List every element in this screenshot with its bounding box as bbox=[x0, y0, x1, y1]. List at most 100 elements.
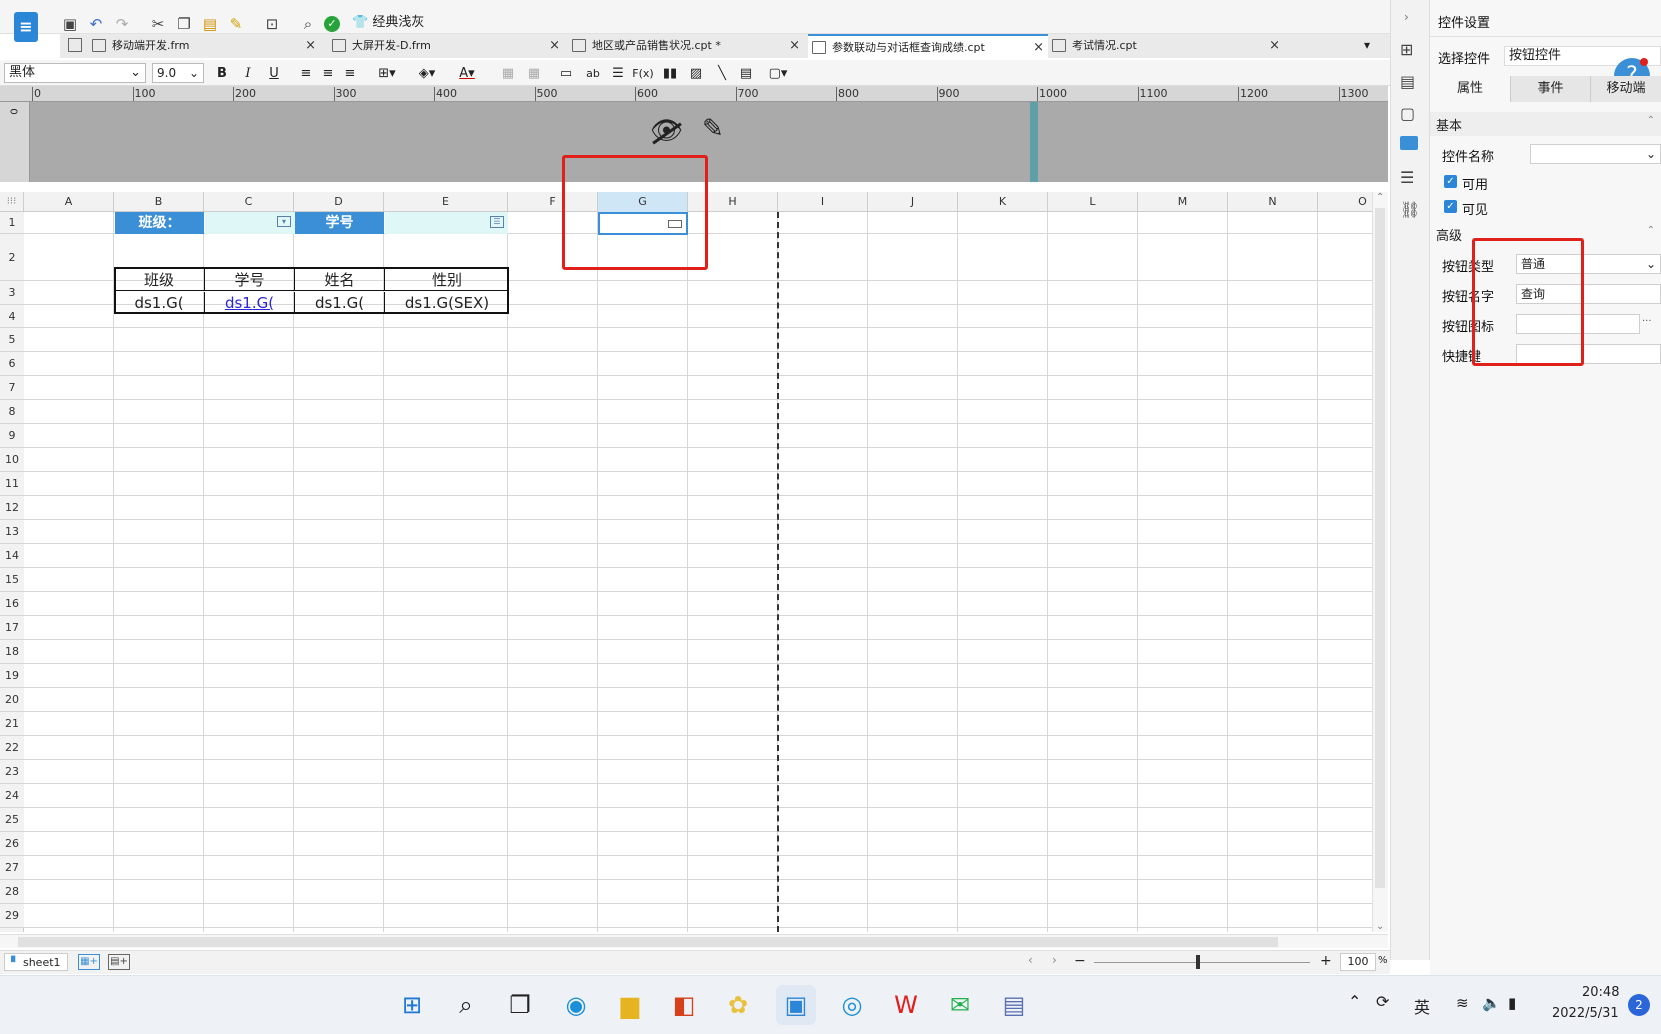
frame-icon[interactable]: ▢▾ bbox=[764, 64, 792, 84]
visible-checkbox[interactable]: ✓ bbox=[1444, 200, 1457, 213]
condition-icon[interactable]: ☰ bbox=[1400, 168, 1414, 187]
theme-button[interactable]: 👕 经典浅灰 bbox=[352, 12, 424, 34]
prev-page-icon[interactable]: ‹ bbox=[1028, 953, 1033, 967]
column-header[interactable]: E bbox=[384, 192, 508, 212]
sheet-tab[interactable]: ▘ sheet1 bbox=[4, 953, 68, 971]
tab-close-icon[interactable]: × bbox=[789, 34, 800, 58]
column-header[interactable]: J bbox=[868, 192, 958, 212]
tab-events[interactable]: 事件 bbox=[1510, 76, 1590, 102]
column-header[interactable]: M bbox=[1138, 192, 1228, 212]
tab-exam[interactable]: 考试情况.cpt × bbox=[1048, 34, 1284, 58]
vertical-scrollbar[interactable]: ⌃ ⌄ bbox=[1372, 192, 1388, 932]
edit-pencil-icon[interactable]: ✎ bbox=[702, 114, 724, 144]
search-preview-icon[interactable]: ⌕ bbox=[298, 14, 318, 34]
sheet-area[interactable]: ⁝⁝⁝ ABCDEFGHIJKLMNO 1 2 3 4 5 6 7 8 9 10 11 12 13 14 1… bbox=[0, 192, 1372, 932]
button-icon-browse[interactable]: ··· bbox=[1642, 316, 1652, 327]
widget-name-input[interactable]: ⌄ bbox=[1530, 144, 1661, 164]
column-header[interactable]: L bbox=[1048, 192, 1138, 212]
zoom-out-button[interactable]: − bbox=[1074, 953, 1086, 969]
widget-settings-icon[interactable] bbox=[1400, 136, 1418, 150]
h-scroll-thumb[interactable] bbox=[18, 937, 1278, 947]
app-bird-icon[interactable]: ✿ bbox=[718, 985, 758, 1025]
cut-icon[interactable]: ✂ bbox=[148, 14, 168, 34]
split-icon[interactable]: ▦ bbox=[524, 64, 544, 84]
tab-close-icon[interactable]: × bbox=[1033, 36, 1044, 60]
add-report-sheet-icon[interactable]: ▦+ bbox=[78, 954, 100, 970]
tab-bigscreen-dev[interactable]: 大屏开发-D.frm × bbox=[328, 34, 564, 58]
paste-icon[interactable]: ▤ bbox=[200, 14, 220, 34]
data-id[interactable]: ds1.G( bbox=[205, 292, 295, 314]
class-combo-widget[interactable]: ▾ bbox=[205, 212, 295, 234]
column-header[interactable]: I bbox=[778, 192, 868, 212]
enabled-checkbox[interactable]: ✓ bbox=[1444, 175, 1457, 188]
scroll-up-icon[interactable]: ⌃ bbox=[1376, 192, 1384, 203]
horizontal-scrollbar[interactable] bbox=[0, 934, 1388, 948]
preview-icon[interactable]: ⊡ bbox=[262, 14, 282, 34]
wechat-icon[interactable]: ✉ bbox=[940, 985, 980, 1025]
app-logo-icon[interactable]: ≡ bbox=[14, 12, 38, 42]
column-header[interactable]: O bbox=[1318, 192, 1372, 212]
hyperlink-icon[interactable]: ⛓ bbox=[1400, 200, 1420, 219]
save-icon[interactable]: ▣ bbox=[60, 14, 80, 34]
column-header[interactable]: C bbox=[204, 192, 294, 212]
add-dashboard-sheet-icon[interactable]: ▤+ bbox=[108, 954, 130, 970]
collapse-arrow-icon[interactable]: › bbox=[1404, 10, 1409, 24]
scroll-thumb[interactable] bbox=[1375, 208, 1385, 888]
formula-button[interactable]: F(x) bbox=[630, 64, 656, 84]
tab-region-sales[interactable]: 地区或产品销售状况.cpt * × bbox=[568, 34, 804, 58]
data-sex[interactable]: ds1.G(SEX) bbox=[385, 292, 509, 314]
next-page-icon[interactable]: › bbox=[1052, 953, 1057, 967]
column-header[interactable]: N bbox=[1228, 192, 1318, 212]
select-all-icon[interactable]: ⁝⁝⁝ bbox=[0, 192, 24, 212]
bold-button[interactable]: B bbox=[212, 64, 232, 84]
text-button[interactable]: ab bbox=[582, 64, 604, 84]
header-sex[interactable]: 性别 bbox=[385, 269, 509, 291]
column-header[interactable]: A bbox=[24, 192, 114, 212]
notification-badge[interactable]: 2 bbox=[1628, 994, 1650, 1016]
tab-close-icon[interactable]: × bbox=[305, 34, 316, 58]
format-brush-icon[interactable]: ✎ bbox=[226, 14, 246, 34]
start-icon[interactable]: ⊞ bbox=[392, 985, 432, 1025]
archive-icon[interactable]: ▤ bbox=[994, 985, 1034, 1025]
float-element-icon[interactable]: ▢ bbox=[1400, 104, 1415, 123]
fill-color-icon[interactable]: ◈▾ bbox=[412, 64, 442, 84]
column-header[interactable]: B bbox=[114, 192, 204, 212]
office-icon[interactable]: ◧ bbox=[664, 985, 704, 1025]
subreport-icon[interactable]: ▤ bbox=[736, 64, 756, 84]
finereport-icon[interactable]: ▣ bbox=[776, 985, 816, 1025]
column-header[interactable]: D bbox=[294, 192, 384, 212]
scroll-down-icon[interactable]: ⌄ bbox=[1376, 921, 1384, 932]
slash-icon[interactable]: ╲ bbox=[712, 64, 732, 84]
browser-icon[interactable]: ◎ bbox=[832, 985, 872, 1025]
border-icon[interactable]: ⊞▾ bbox=[372, 64, 402, 84]
check-icon[interactable]: ✓ bbox=[324, 16, 340, 32]
image-icon[interactable]: ▨ bbox=[686, 64, 706, 84]
font-color-icon[interactable]: A▾ bbox=[452, 64, 482, 84]
copy-icon[interactable]: ❐ bbox=[174, 14, 194, 34]
wps-icon[interactable]: W bbox=[886, 985, 926, 1025]
align-right-icon[interactable]: ≡ bbox=[340, 64, 360, 84]
search-icon[interactable]: ⌕ bbox=[446, 985, 486, 1025]
header-id[interactable]: 学号 bbox=[205, 269, 295, 291]
tab-param-linkage[interactable]: 参数联动与对话框查询成绩.cpt × bbox=[808, 34, 1048, 58]
font-select[interactable]: 黑体 ⌄ bbox=[4, 63, 146, 83]
chart-icon[interactable]: ▮▮ bbox=[660, 64, 680, 84]
volume-icon[interactable]: 🔈 bbox=[1482, 994, 1501, 1012]
data-class[interactable]: ds1.G( bbox=[114, 292, 205, 314]
cell-property-icon[interactable]: ▤ bbox=[1400, 72, 1415, 91]
zoom-in-button[interactable]: + bbox=[1320, 953, 1332, 969]
undo-icon[interactable]: ↶ bbox=[86, 14, 106, 34]
merge-icon[interactable]: ▦ bbox=[498, 64, 518, 84]
layout-icon[interactable]: ⊞ bbox=[1400, 40, 1413, 59]
align-left-icon[interactable]: ≡ bbox=[296, 64, 316, 84]
zoom-slider-thumb[interactable] bbox=[1196, 955, 1200, 969]
tab-close-icon[interactable]: × bbox=[1269, 34, 1280, 58]
tab-close-icon[interactable]: × bbox=[549, 34, 560, 58]
task-view-icon[interactable]: ❐ bbox=[500, 985, 540, 1025]
tab-properties[interactable]: 属性 bbox=[1430, 76, 1510, 102]
data-name[interactable]: ds1.G( bbox=[295, 292, 385, 314]
ime-label[interactable]: 英 bbox=[1414, 994, 1430, 1018]
tab-menu-icon[interactable]: ▾ bbox=[1364, 38, 1370, 52]
size-select[interactable]: 9.0 ⌄ bbox=[152, 63, 204, 83]
zoom-input[interactable]: 100 bbox=[1340, 953, 1376, 971]
